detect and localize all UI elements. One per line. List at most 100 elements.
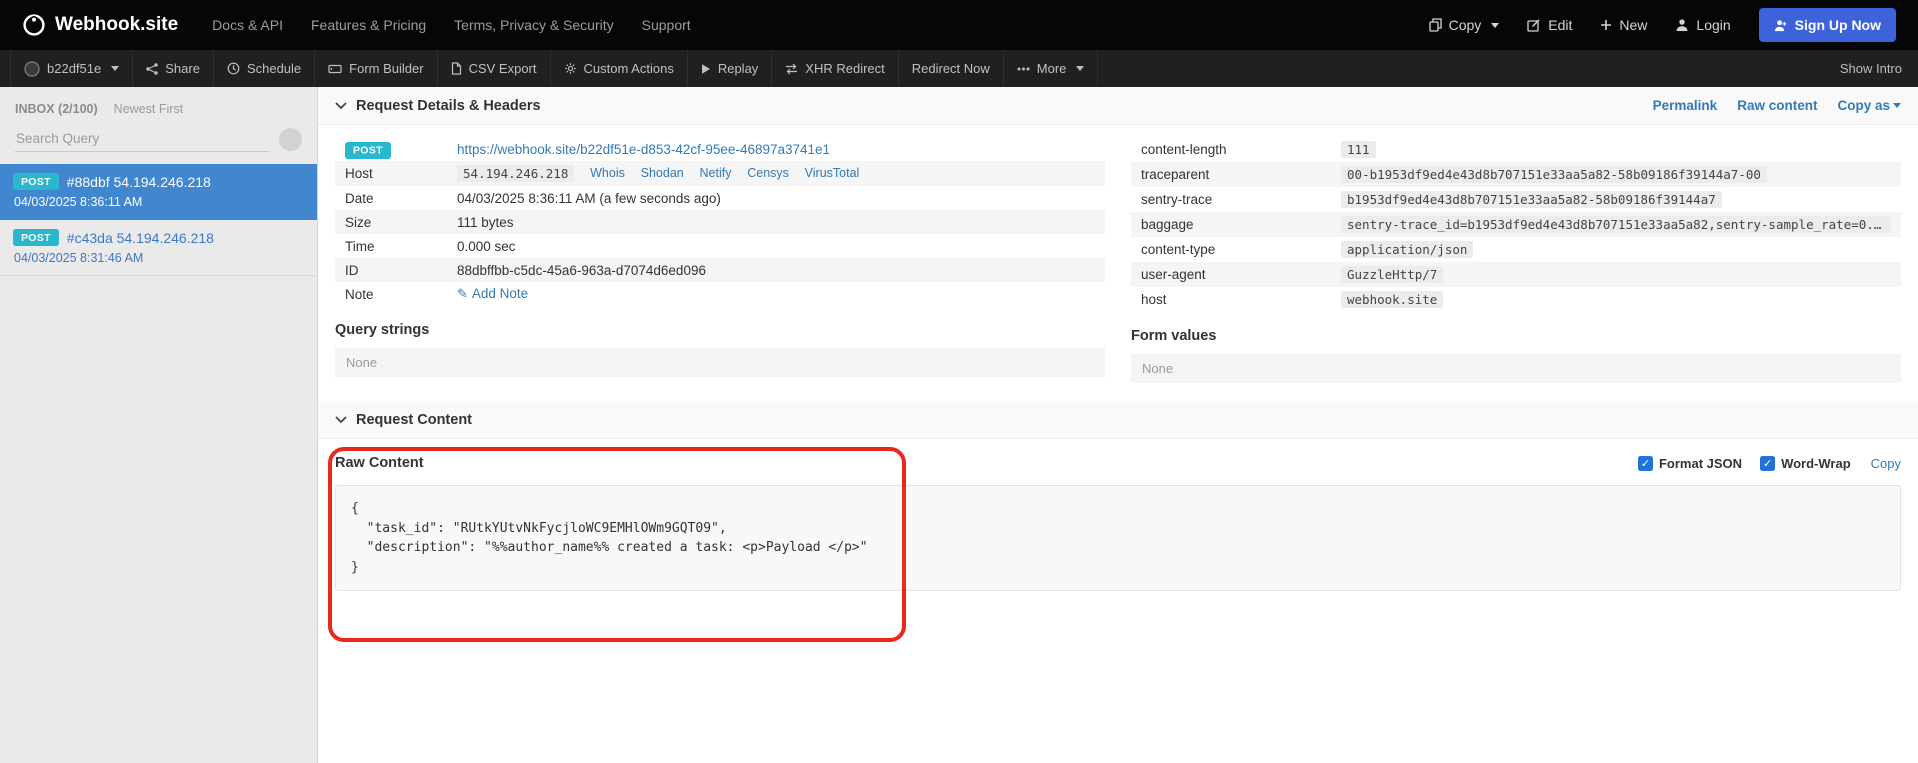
- search-help-button[interactable]: [279, 128, 302, 151]
- caret-down-icon: [1076, 66, 1084, 71]
- post-method-badge: POST: [13, 173, 59, 190]
- signup-button[interactable]: Sign Up Now: [1759, 8, 1896, 42]
- schedule-button[interactable]: Schedule: [214, 50, 315, 87]
- netify-link[interactable]: Netify: [700, 166, 732, 180]
- file-icon: [451, 62, 462, 75]
- table-row: Date 04/03/2025 8:36:11 AM (a few second…: [335, 186, 1105, 210]
- share-button[interactable]: Share: [133, 50, 214, 87]
- form-input-icon: [328, 63, 342, 75]
- request-list-item[interactable]: POST #c43da 54.194.246.218 04/03/2025 8:…: [0, 220, 317, 276]
- request-list-item[interactable]: POST #88dbf 54.194.246.218 04/03/2025 8:…: [0, 164, 317, 220]
- ellipsis-icon: [1017, 67, 1030, 71]
- table-row: Size 111 bytes: [335, 210, 1105, 234]
- word-wrap-checkbox[interactable]: ✓: [1760, 456, 1775, 471]
- more-dropdown[interactable]: More: [1004, 50, 1099, 87]
- exchange-arrows-icon: [785, 63, 798, 75]
- censys-link[interactable]: Censys: [747, 166, 789, 180]
- request-id-ip: #88dbf 54.194.246.218: [67, 174, 211, 190]
- table-row: Host 54.194.246.218 Whois Shodan Netify …: [335, 161, 1105, 186]
- redirect-now-button[interactable]: Redirect Now: [899, 50, 1004, 87]
- check-icon: ✓: [1763, 457, 1772, 470]
- request-content-section-title[interactable]: Request Content: [335, 412, 472, 428]
- login-button[interactable]: Login: [1675, 17, 1730, 33]
- header-value: 00-b1953df9ed4e43d8b707151e33aa5a82-58b0…: [1341, 166, 1767, 183]
- table-row: Note ✎Add Note: [335, 282, 1105, 306]
- whois-link[interactable]: Whois: [590, 166, 625, 180]
- token-dropdown[interactable]: b22df51e: [10, 50, 133, 87]
- caret-down-icon: [1893, 103, 1901, 108]
- post-method-badge: POST: [345, 142, 391, 159]
- csv-export-button[interactable]: CSV Export: [438, 50, 551, 87]
- nav-terms-privacy-security[interactable]: Terms, Privacy & Security: [454, 17, 613, 33]
- word-wrap-label: Word-Wrap: [1781, 456, 1851, 471]
- share-icon: [146, 63, 158, 75]
- xhr-redirect-button[interactable]: XHR Redirect: [772, 50, 898, 87]
- post-method-badge: POST: [13, 229, 59, 246]
- host-ip-value: 54.194.246.218: [457, 165, 574, 182]
- details-section-title[interactable]: Request Details & Headers: [335, 98, 541, 114]
- sidebar-header: INBOX (2/100) Newest First: [0, 87, 317, 118]
- topnav-right: Copy Edit New Login Sign Up Now: [1429, 8, 1896, 42]
- id-value: 88dbffbb-c5dc-45a6-963a-d7074d6ed096: [447, 258, 1105, 282]
- add-note-link[interactable]: ✎Add Note: [457, 286, 528, 301]
- header-value: webhook.site: [1341, 291, 1443, 308]
- inbox-count-label: INBOX (2/100): [15, 102, 98, 116]
- sort-order-toggle[interactable]: Newest First: [114, 102, 183, 116]
- size-value: 111 bytes: [447, 210, 1105, 234]
- replay-button[interactable]: Replay: [688, 50, 772, 87]
- toolbar: b22df51e Share Schedule Form Builder CSV…: [0, 50, 1918, 87]
- details-section-bar: Request Details & Headers Permalink Raw …: [318, 87, 1918, 125]
- show-intro-link[interactable]: Show Intro: [1824, 50, 1918, 87]
- search-row: [0, 118, 317, 164]
- check-icon: ✓: [1641, 457, 1650, 470]
- header-value: 111: [1341, 141, 1376, 158]
- headers-table: content-length111 traceparent00-b1953df9…: [1131, 137, 1901, 312]
- size-label: Size: [335, 210, 447, 234]
- request-content-section-bar: Request Content: [318, 401, 1918, 439]
- note-label: Note: [335, 282, 447, 306]
- new-button[interactable]: New: [1600, 17, 1647, 33]
- details-actions: Permalink Raw content Copy as: [1653, 98, 1901, 113]
- topnav-links: Docs & API Features & Pricing Terms, Pri…: [212, 17, 691, 33]
- query-strings-empty: None: [335, 348, 1105, 377]
- copy-content-link[interactable]: Copy: [1871, 456, 1901, 471]
- virustotal-link[interactable]: VirusTotal: [805, 166, 860, 180]
- permalink-link[interactable]: Permalink: [1653, 98, 1718, 113]
- content-area: INBOX (2/100) Newest First POST #88dbf 5…: [0, 87, 1918, 763]
- edit-button[interactable]: Edit: [1527, 17, 1572, 33]
- brand[interactable]: Webhook.site: [22, 13, 178, 37]
- copy-as-dropdown[interactable]: Copy as: [1837, 98, 1901, 113]
- nav-features-pricing[interactable]: Features & Pricing: [311, 17, 426, 33]
- request-url-link[interactable]: https://webhook.site/b22df51e-d853-42cf-…: [457, 142, 830, 157]
- clipboard-icon: [1429, 18, 1442, 32]
- nav-support[interactable]: Support: [642, 17, 691, 33]
- request-id-ip: #c43da 54.194.246.218: [67, 230, 214, 246]
- token-icon: [24, 61, 40, 77]
- raw-content-header: Raw Content ✓ Format JSON ✓ Word-Wrap Co…: [335, 455, 1901, 471]
- copy-dropdown[interactable]: Copy: [1429, 17, 1500, 33]
- pencil-square-icon: [1527, 18, 1541, 32]
- format-json-checkbox[interactable]: ✓: [1638, 456, 1653, 471]
- gear-icon: [564, 62, 577, 75]
- search-input[interactable]: [15, 126, 269, 152]
- raw-content-title: Raw Content: [335, 455, 424, 471]
- raw-content-actions: ✓ Format JSON ✓ Word-Wrap Copy: [1638, 456, 1901, 471]
- nav-docs-api[interactable]: Docs & API: [212, 17, 283, 33]
- custom-actions-button[interactable]: Custom Actions: [551, 50, 688, 87]
- table-row: hostwebhook.site: [1131, 287, 1901, 312]
- table-row: content-length111: [1131, 137, 1901, 162]
- headers-column: content-length111 traceparent00-b1953df9…: [1131, 137, 1901, 383]
- table-row: traceparent00-b1953df9ed4e43d8b707151e33…: [1131, 162, 1901, 187]
- pencil-icon: ✎: [457, 286, 468, 301]
- brand-label: Webhook.site: [55, 14, 178, 36]
- form-values-empty: None: [1131, 354, 1901, 383]
- webhook-logo-icon: [22, 13, 46, 37]
- form-builder-button[interactable]: Form Builder: [315, 50, 437, 87]
- raw-content-code: { "task_id": "RUtkYUtvNkFycjloWC9EMHlOWm…: [335, 485, 1901, 591]
- raw-content-link[interactable]: Raw content: [1737, 98, 1817, 113]
- table-row: ID 88dbffbb-c5dc-45a6-963a-d7074d6ed096: [335, 258, 1105, 282]
- header-value: sentry-trace_id=b1953df9ed4e43d8b707151e…: [1341, 216, 1891, 233]
- sidebar: INBOX (2/100) Newest First POST #88dbf 5…: [0, 87, 318, 763]
- shodan-link[interactable]: Shodan: [641, 166, 684, 180]
- top-navbar: Webhook.site Docs & API Features & Prici…: [0, 0, 1918, 50]
